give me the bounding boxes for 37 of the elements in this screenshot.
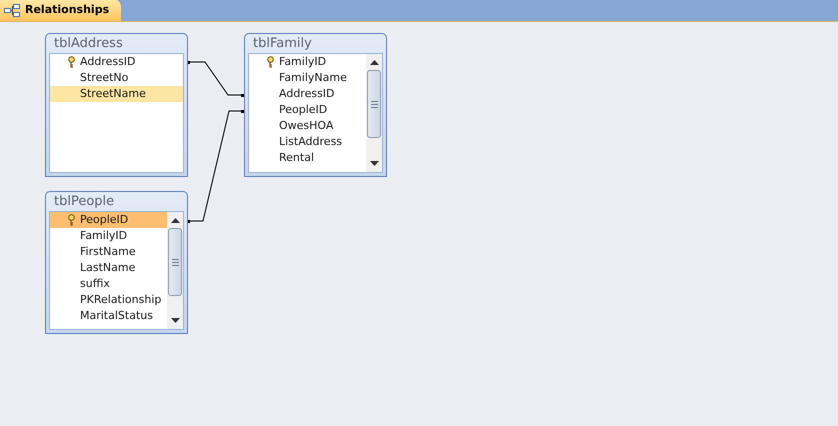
table-window[interactable]: tblFamily FamilyID FamilyName AddressID PeopleID OwesHOA ListAddress Rental — [244, 33, 387, 177]
field-row[interactable]: PeopleID — [50, 212, 167, 228]
field-row[interactable]: PeopleID — [249, 102, 366, 118]
field-row[interactable]: FamilyID — [249, 54, 366, 70]
document-tab[interactable]: Relationships — [0, 0, 122, 21]
relationships-icon — [4, 4, 20, 16]
field-row[interactable]: AddressID — [249, 86, 366, 102]
field-row[interactable]: FamilyName — [249, 70, 366, 86]
key-icon — [67, 56, 76, 68]
field-row[interactable]: StreetNo — [50, 70, 183, 86]
scroll-thumb[interactable] — [168, 228, 182, 296]
field-row[interactable]: Rental — [249, 150, 366, 166]
field-row[interactable]: AddressID — [50, 54, 183, 70]
table-window[interactable]: tblPeople PeopleID FamilyID FirstName LastName suffix PKRelationship MaritalStatus — [45, 191, 188, 334]
scrollbar[interactable] — [167, 212, 183, 329]
field-row[interactable]: PKRelationship — [50, 292, 167, 308]
field-row[interactable]: StreetName — [50, 86, 183, 102]
field-row[interactable]: suffix — [50, 276, 167, 292]
scroll-thumb[interactable] — [367, 70, 381, 138]
scrollbar[interactable] — [366, 54, 382, 172]
scroll-up-icon[interactable] — [370, 60, 378, 65]
field-row[interactable]: FirstName — [50, 244, 167, 260]
scroll-down-icon[interactable] — [170, 318, 180, 323]
field-row[interactable]: MaritalStatus — [50, 308, 167, 324]
field-row[interactable]: ListAddress — [249, 134, 366, 150]
field-row[interactable]: OwesHOA — [249, 118, 366, 134]
key-icon — [266, 56, 275, 68]
table-title: tblPeople — [53, 193, 116, 211]
table-window[interactable]: tblAddress AddressID StreetNo StreetName — [45, 33, 188, 177]
relationship-line — [187, 61, 244, 97]
scroll-down-icon[interactable] — [370, 161, 378, 166]
scroll-up-icon[interactable] — [170, 218, 180, 223]
key-icon — [67, 214, 76, 226]
table-title: tblFamily — [252, 35, 313, 53]
field-row[interactable]: LastName — [50, 260, 167, 276]
field-row[interactable]: FamilyID — [50, 228, 167, 244]
table-title: tblAddress — [53, 35, 124, 53]
